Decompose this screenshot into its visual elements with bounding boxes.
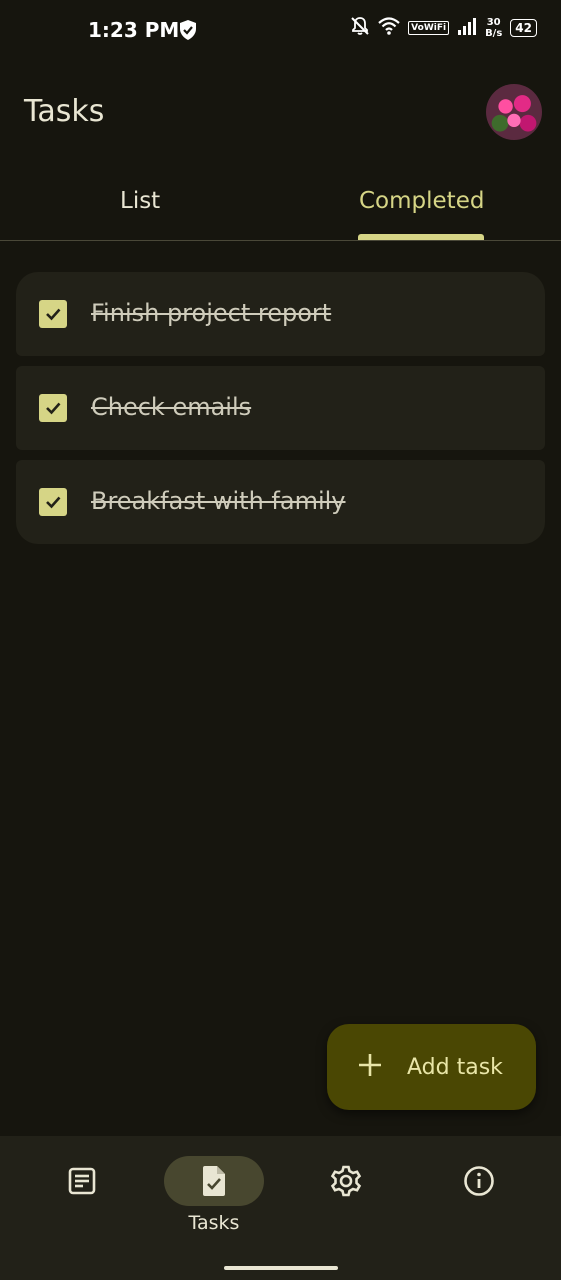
task-check-icon xyxy=(164,1156,264,1206)
status-time: 1:23 PM xyxy=(88,18,180,42)
task-row[interactable]: Breakfast with family xyxy=(16,460,545,544)
network-speed: 30 B/s xyxy=(485,17,503,39)
nav-item-settings[interactable] xyxy=(296,1136,396,1280)
notes-icon xyxy=(32,1156,132,1206)
tab-completed[interactable]: Completed xyxy=(359,188,484,214)
nav-item-notes[interactable] xyxy=(32,1136,132,1280)
completed-task-list: Finish project report Check emails Break… xyxy=(16,272,545,554)
tab-bar: List Completed xyxy=(0,170,561,241)
nav-item-info[interactable] xyxy=(429,1136,529,1280)
plus-icon xyxy=(357,1052,383,1082)
task-label: Check emails xyxy=(91,393,252,421)
check-icon xyxy=(46,308,61,321)
settings-gear-icon xyxy=(296,1156,396,1206)
bottom-navigation: Tasks xyxy=(0,1136,561,1280)
task-row[interactable]: Finish project report xyxy=(16,272,545,356)
task-checkbox[interactable] xyxy=(39,488,67,516)
add-task-button[interactable]: Add task xyxy=(327,1024,536,1110)
task-row[interactable]: Check emails xyxy=(16,366,545,450)
check-icon xyxy=(46,496,61,509)
task-label: Breakfast with family xyxy=(91,487,346,515)
tab-list[interactable]: List xyxy=(120,188,160,214)
avatar[interactable] xyxy=(486,84,542,140)
check-icon xyxy=(46,402,61,415)
signal-icon xyxy=(457,17,477,39)
nav-label-tasks: Tasks xyxy=(188,1212,240,1234)
info-icon xyxy=(429,1156,529,1206)
shield-icon xyxy=(178,19,198,45)
task-checkbox[interactable] xyxy=(39,394,67,422)
tab-indicator xyxy=(358,234,484,240)
home-indicator[interactable] xyxy=(224,1266,338,1270)
task-checkbox[interactable] xyxy=(39,300,67,328)
add-task-label: Add task xyxy=(407,1054,503,1080)
battery-indicator: 42 xyxy=(510,19,537,37)
status-bar: 1:23 PM VoWiFi 30 B/s 42 xyxy=(0,0,561,64)
status-icons: VoWiFi 30 B/s 42 xyxy=(350,16,537,40)
network-type-badge: VoWiFi xyxy=(408,21,450,35)
nav-item-tasks[interactable]: Tasks xyxy=(164,1136,264,1280)
task-label: Finish project report xyxy=(91,299,332,327)
notifications-off-icon xyxy=(350,16,370,40)
wifi-icon xyxy=(378,17,400,39)
page-title: Tasks xyxy=(24,94,105,129)
